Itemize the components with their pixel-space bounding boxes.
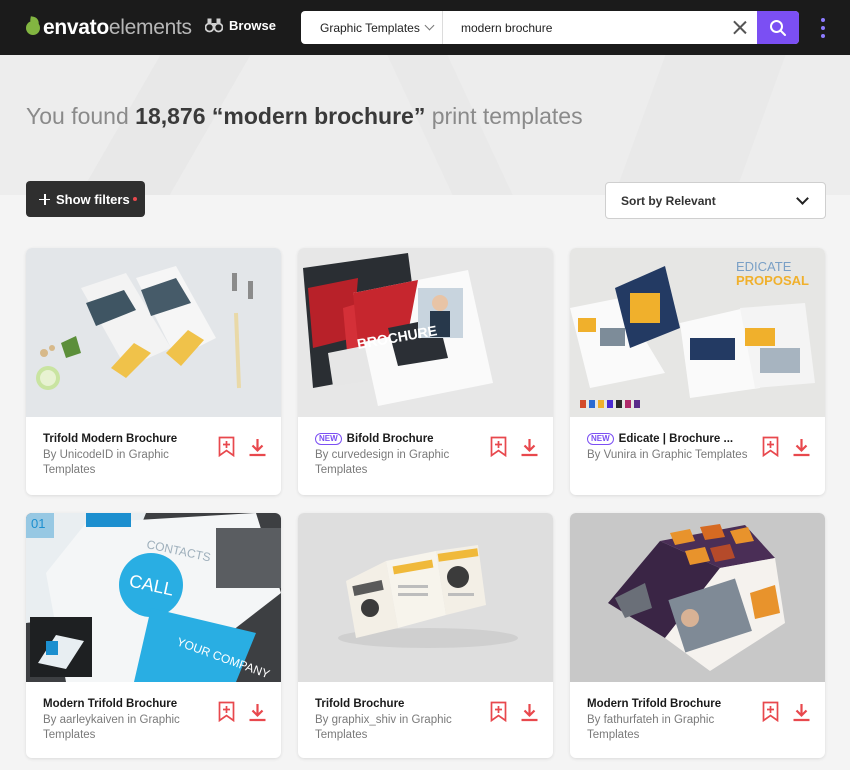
template-card[interactable]: Trifold Modern Brochure By UnicodeID in …: [26, 248, 281, 495]
card-thumbnail[interactable]: [26, 248, 281, 417]
card-info: NEW Bifold Brochure By curvedesign in Gr…: [315, 431, 485, 478]
card-thumbnail[interactable]: EDICATE PROPOSAL: [570, 248, 825, 417]
card-title[interactable]: Modern Trifold Brochure: [587, 696, 757, 712]
template-card[interactable]: Modern Trifold Brochure By fathurfateh i…: [570, 513, 825, 758]
download-icon[interactable]: [520, 438, 539, 457]
card-author[interactable]: By graphix_shiv in Graphic Templates: [315, 713, 485, 743]
thumbnail-heading-text: EDICATE: [736, 259, 792, 274]
bookmark-plus-icon[interactable]: [218, 701, 235, 722]
new-badge: NEW: [587, 433, 614, 445]
chevron-down-icon: [796, 192, 809, 205]
plus-icon: [39, 193, 50, 205]
bookmark-plus-icon[interactable]: [762, 436, 779, 457]
search-bar: Graphic Templates: [301, 11, 799, 44]
search-input[interactable]: [461, 11, 721, 44]
card-info: NEW Edicate | Brochure ... By Vunira in …: [587, 431, 757, 463]
card-author[interactable]: By Vunira in Graphic Templates: [587, 448, 757, 463]
card-author[interactable]: By curvedesign in Graphic Templates: [315, 448, 485, 478]
bookmark-plus-icon[interactable]: [218, 436, 235, 457]
magnifier-icon: [770, 19, 786, 36]
category-dropdown-label: Graphic Templates: [320, 20, 420, 35]
active-filter-dot: [133, 197, 137, 201]
card-title[interactable]: Trifold Modern Brochure: [43, 431, 213, 447]
clear-search-icon[interactable]: [731, 19, 748, 36]
card-title[interactable]: NEW Edicate | Brochure ...: [587, 431, 757, 447]
sort-dropdown-label: Sort by Relevant: [621, 193, 716, 208]
thumbnail-heading-text: PROPOSAL: [736, 273, 809, 288]
card-info: Trifold Brochure By graphix_shiv in Grap…: [315, 696, 485, 743]
bookmark-plus-icon[interactable]: [762, 701, 779, 722]
template-card[interactable]: Trifold Brochure By graphix_shiv in Grap…: [298, 513, 553, 758]
card-thumbnail[interactable]: BROCHURE: [298, 248, 553, 417]
download-icon[interactable]: [248, 438, 267, 457]
download-icon[interactable]: [792, 438, 811, 457]
card-author[interactable]: By aarleykaiven in Graphic Templates: [43, 713, 213, 743]
card-title[interactable]: NEW Bifold Brochure: [315, 431, 485, 447]
binoculars-icon: [205, 18, 223, 33]
search-button[interactable]: [757, 11, 799, 44]
bookmark-plus-icon[interactable]: [490, 701, 507, 722]
download-icon[interactable]: [792, 703, 811, 722]
envato-elements-logo[interactable]: envatoelements: [26, 14, 192, 42]
card-info: Modern Trifold Brochure By aarleykaiven …: [43, 696, 213, 743]
chevron-down-icon: [424, 20, 435, 31]
new-badge: NEW: [315, 433, 342, 445]
card-thumbnail[interactable]: [298, 513, 553, 682]
show-filters-label: Show filters: [56, 191, 130, 207]
browse-label: Browse: [229, 17, 276, 33]
card-info: Modern Trifold Brochure By fathurfateh i…: [587, 696, 757, 743]
svg-text:01: 01: [31, 516, 45, 531]
template-card[interactable]: 01 CONTACTS CALL YOUR COMPANY Modern Tri…: [26, 513, 281, 758]
logo-text-envato: envato: [43, 16, 109, 39]
card-title[interactable]: Trifold Brochure: [315, 696, 485, 712]
card-author[interactable]: By fathurfateh in Graphic Templates: [587, 713, 757, 743]
card-thumbnail[interactable]: [570, 513, 825, 682]
leaf-icon: [26, 21, 40, 35]
kebab-menu-icon[interactable]: [820, 18, 826, 38]
card-author[interactable]: By UnicodeID in Graphic Templates: [43, 448, 213, 478]
sort-dropdown[interactable]: Sort by Relevant: [605, 182, 826, 219]
bookmark-plus-icon[interactable]: [490, 436, 507, 457]
card-thumbnail[interactable]: 01 CONTACTS CALL YOUR COMPANY: [26, 513, 281, 682]
template-card[interactable]: EDICATE PROPOSAL NEW Edicate | Brochure …: [570, 248, 825, 495]
results-heading: You found 18,876 “modern brochure” print…: [26, 103, 583, 129]
download-icon[interactable]: [520, 703, 539, 722]
top-navigation-bar: envatoelements Browse Graphic Templates: [0, 0, 850, 55]
browse-menu-button[interactable]: Browse: [205, 17, 276, 33]
download-icon[interactable]: [248, 703, 267, 722]
category-dropdown[interactable]: Graphic Templates: [301, 11, 443, 44]
card-title[interactable]: Modern Trifold Brochure: [43, 696, 213, 712]
card-info: Trifold Modern Brochure By UnicodeID in …: [43, 431, 213, 478]
template-card[interactable]: BROCHURE NEW Bifold Brochure By curvedes…: [298, 248, 553, 495]
show-filters-button[interactable]: Show filters: [26, 181, 145, 217]
logo-text-elements: elements: [108, 16, 192, 39]
